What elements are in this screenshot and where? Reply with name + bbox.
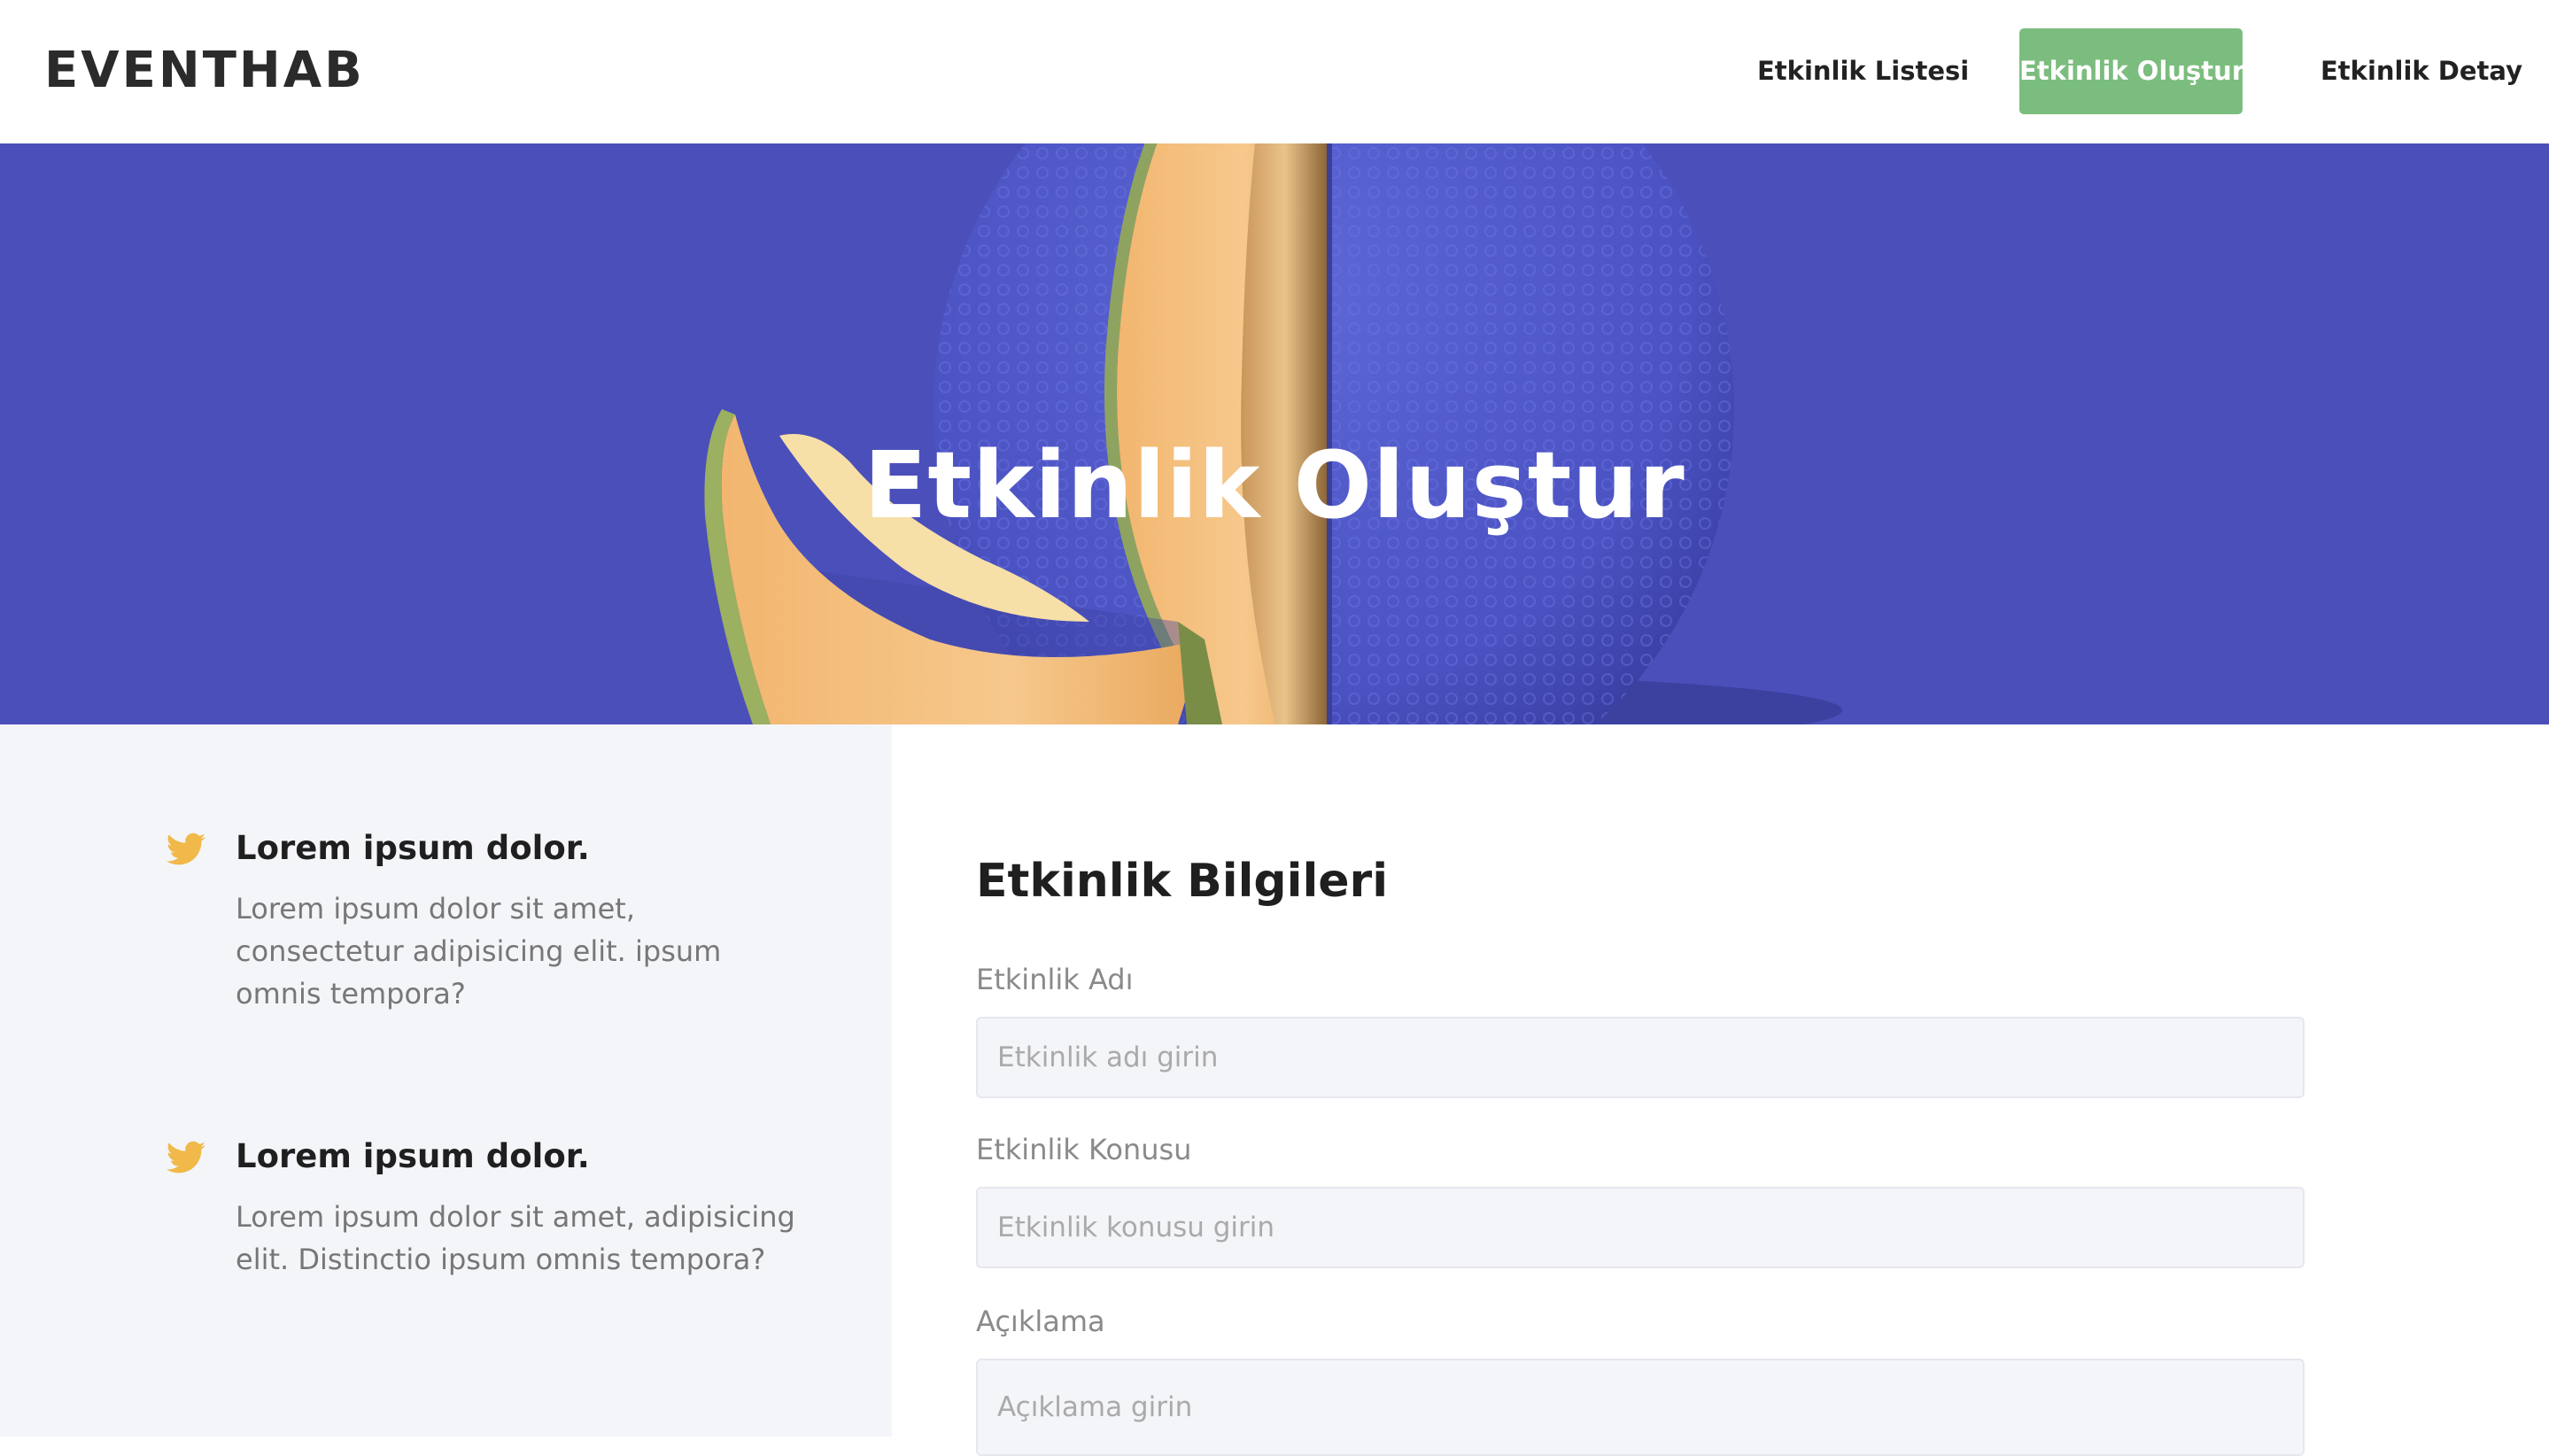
hero-banner: Etkinlik Oluştur: [0, 143, 2549, 724]
navbar: EVENTHAB Etkinlik Listesi Etkinlik Oluşt…: [0, 0, 2549, 143]
page-title: Etkinlik Oluştur: [864, 430, 1685, 539]
nav-link-etkinlik-olustur[interactable]: Etkinlik Oluştur: [2019, 28, 2244, 114]
event-name-label: Etkinlik Adı: [976, 963, 1134, 996]
event-topic-input[interactable]: [976, 1187, 2305, 1268]
twitter-icon: [167, 1141, 205, 1173]
nav-link-etkinlik-listesi[interactable]: Etkinlik Listesi: [1757, 28, 1969, 114]
feature-title: Lorem ipsum dolor.: [236, 829, 590, 867]
event-topic-label: Etkinlik Konusu: [976, 1133, 1192, 1166]
description-input[interactable]: [976, 1359, 2305, 1456]
feature-title: Lorem ipsum dolor.: [236, 1137, 590, 1175]
nav-link-etkinlik-detay[interactable]: Etkinlik Detay: [2320, 28, 2522, 114]
twitter-icon: [167, 833, 205, 865]
event-name-input[interactable]: [976, 1017, 2305, 1098]
event-form: Etkinlik Bilgileri Etkinlik Adı Etkinlik…: [892, 724, 2549, 1456]
brand-logo[interactable]: EVENTHAB: [44, 39, 365, 103]
description-label: Açıklama: [976, 1305, 1105, 1338]
feature-text: Lorem ipsum dolor sit amet, consectetur …: [236, 892, 722, 1011]
features-sidebar: Lorem ipsum dolor. Lorem ipsum dolor sit…: [0, 724, 892, 1437]
feature-text: Lorem ipsum dolor sit amet, adipisicing …: [236, 1200, 795, 1276]
form-title: Etkinlik Bilgileri: [976, 855, 1389, 909]
